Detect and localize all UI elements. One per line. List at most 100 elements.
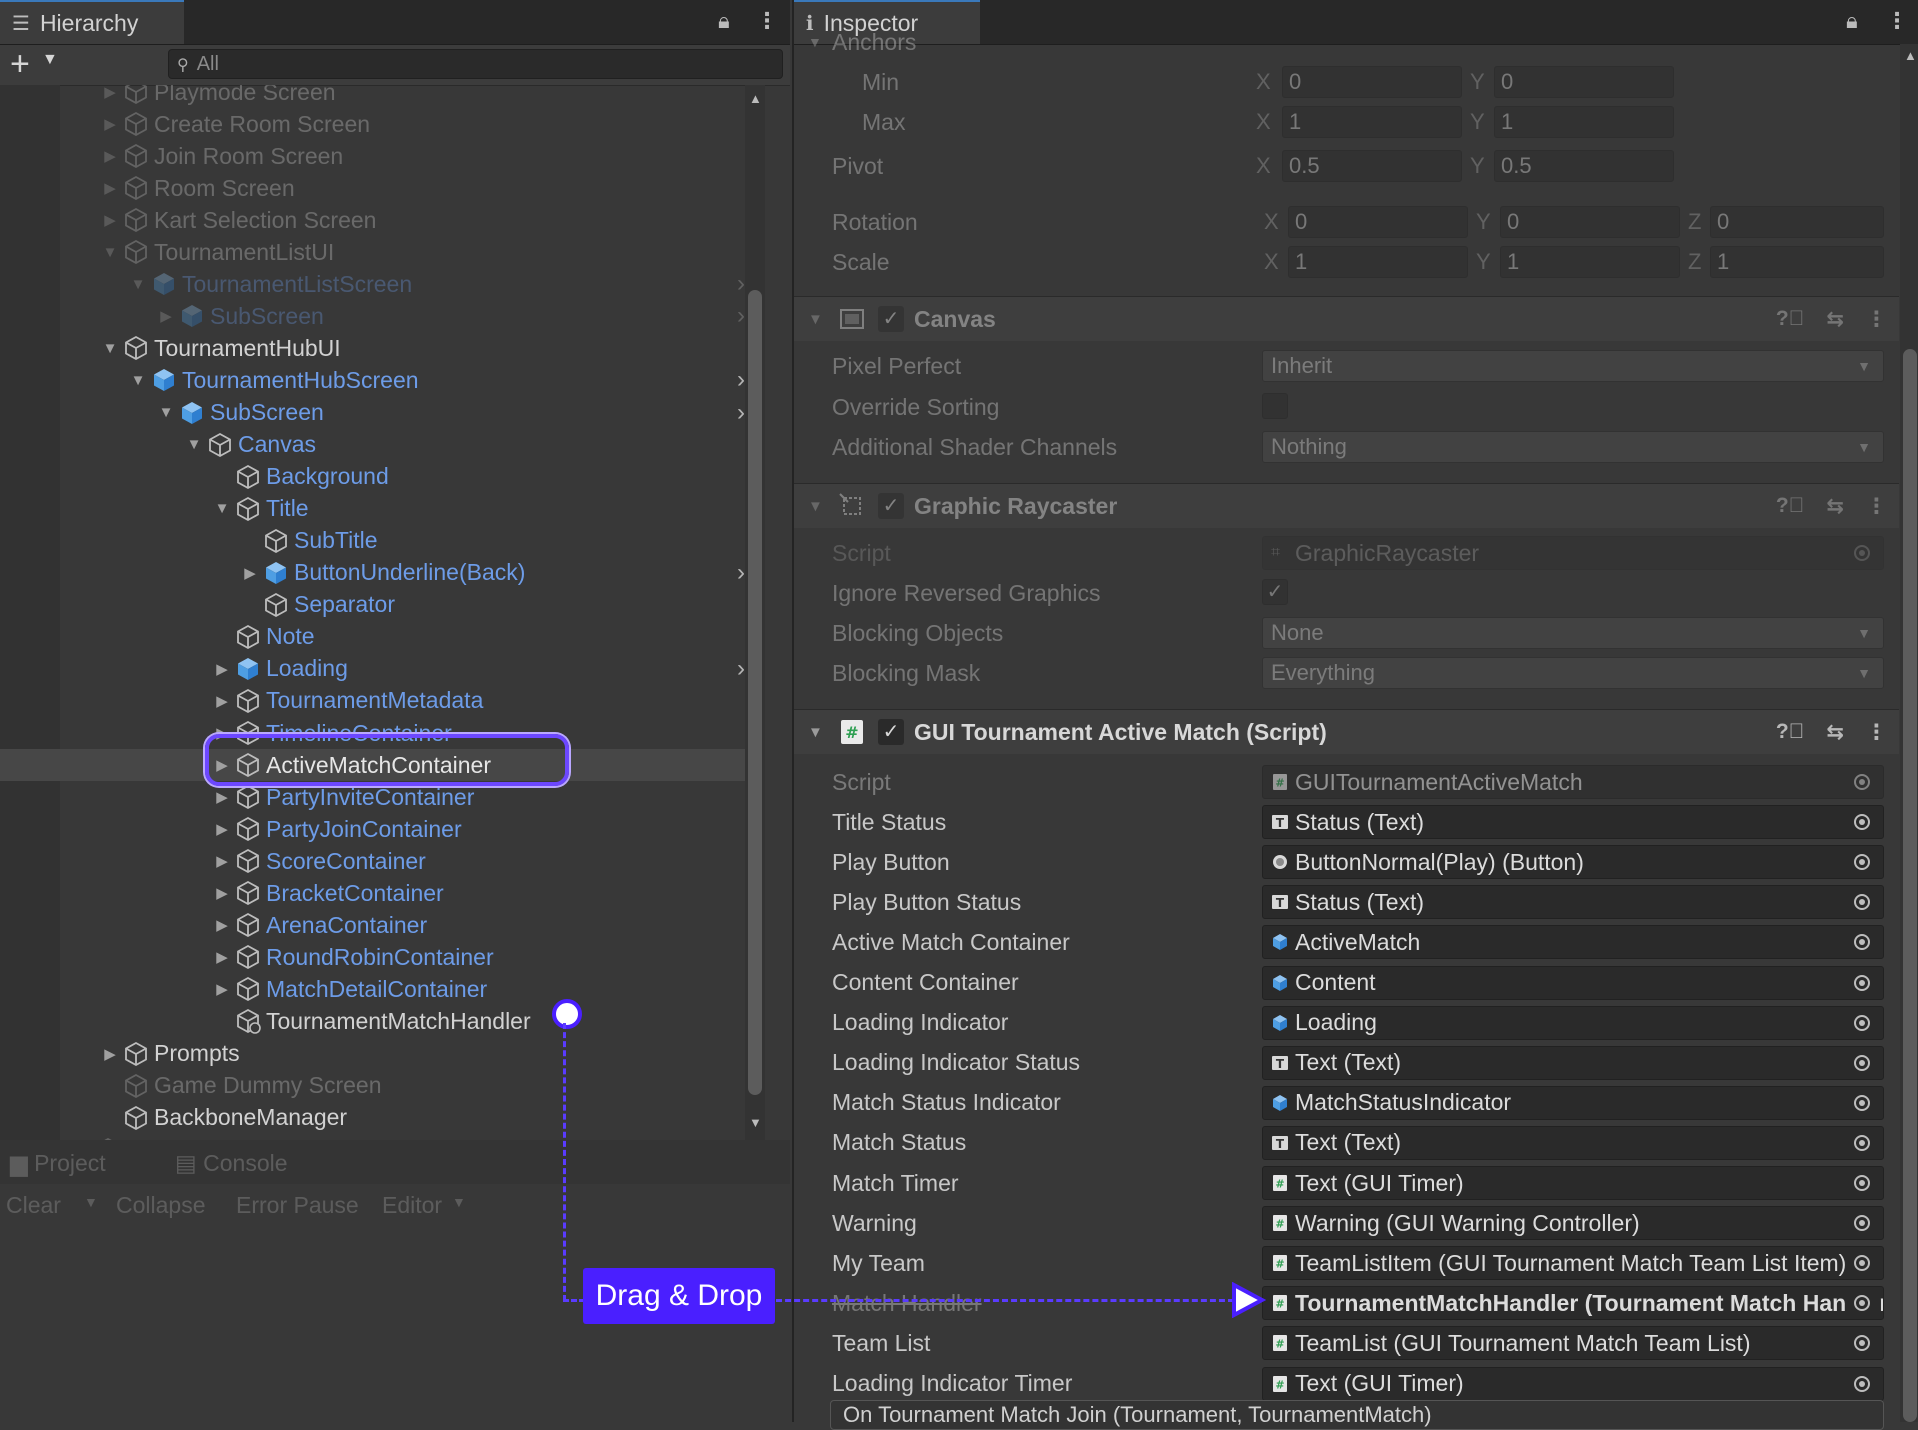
clear-button[interactable]: Clear <box>6 1192 61 1219</box>
expand-down-icon[interactable]: ▼ <box>184 436 204 453</box>
object-reference-field[interactable]: Content <box>1262 965 1884 1000</box>
hierarchy-item[interactable]: BackboneManager <box>0 1102 765 1134</box>
object-picker-icon[interactable] <box>1845 1086 1879 1119</box>
lock-icon[interactable]: 🔒︎ <box>718 8 730 34</box>
context-menu-icon[interactable]: ⋮ <box>1866 494 1887 519</box>
object-picker-icon[interactable] <box>1845 1126 1879 1159</box>
open-prefab-chevron-icon[interactable]: › <box>737 366 745 394</box>
shader-channels-dropdown[interactable]: Nothing ▼ <box>1262 431 1884 463</box>
inspector-scrollbar-thumb[interactable] <box>1903 349 1917 1422</box>
tab-hierarchy[interactable]: ☰ Hierarchy <box>0 0 184 44</box>
error-pause-button[interactable]: Error Pause <box>236 1192 359 1219</box>
hierarchy-item[interactable]: ▶ Kart Selection Screen <box>0 204 765 236</box>
object-reference-field[interactable]: # Text (GUI Timer) <box>1262 1366 1884 1401</box>
add-icon[interactable]: + <box>10 47 30 81</box>
hierarchy-item[interactable]: ▼ TournamentHubScreen › <box>0 364 765 396</box>
hierarchy-item[interactable]: ▶ ButtonUnderline(Back) › <box>0 557 765 589</box>
raycaster-fold-icon[interactable]: ▼ <box>808 498 823 515</box>
hierarchy-item[interactable]: ▶ RoundRobinContainer <box>0 941 765 973</box>
hierarchy-item[interactable]: ▶ ScoreContainer <box>0 845 765 877</box>
object-picker-icon[interactable] <box>1845 1247 1879 1280</box>
ignore-reversed-checkbox[interactable]: ✓ <box>1262 579 1288 605</box>
expand-down-icon[interactable]: ▼ <box>212 500 232 517</box>
object-reference-field[interactable]: T Text (Text) <box>1262 1045 1884 1080</box>
presets-icon[interactable]: ⇆ <box>1826 720 1844 745</box>
object-reference-field[interactable]: Loading <box>1262 1005 1884 1040</box>
object-picker-icon[interactable] <box>1845 806 1879 839</box>
object-picker-icon[interactable] <box>1845 1207 1879 1240</box>
expand-right-icon[interactable]: ▶ <box>212 788 232 806</box>
expand-right-icon[interactable]: ▶ <box>240 564 260 582</box>
hierarchy-item[interactable]: ▼ TournamentListUI <box>0 236 765 268</box>
canvas-component-header[interactable]: ▼ ✓ Canvas ?⃝ ⇆ ⋮ <box>794 296 1899 341</box>
hierarchy-item[interactable]: Background <box>0 461 765 493</box>
hierarchy-item[interactable]: ▶ Loading › <box>0 653 765 685</box>
open-prefab-chevron-icon[interactable]: › <box>737 399 745 427</box>
editor-dropdown-icon[interactable]: ▼ <box>452 1194 466 1210</box>
object-reference-field[interactable]: MatchStatusIndicator <box>1262 1085 1884 1120</box>
hierarchy-item[interactable]: ▼ Canvas <box>0 429 765 461</box>
object-reference-field[interactable]: # TournamentMatchHandler (Tournament Matc… <box>1262 1286 1884 1321</box>
object-picker-icon[interactable] <box>1845 966 1879 999</box>
inspector-scrollbar[interactable]: ▲ <box>1900 44 1918 1422</box>
max-y-field[interactable]: 1 <box>1494 106 1674 138</box>
active-match-enabled-checkbox[interactable]: ✓ <box>878 719 904 745</box>
hierarchy-item[interactable]: ▶ Join Room Screen <box>0 140 765 172</box>
presets-icon[interactable]: ⇆ <box>1826 494 1844 519</box>
object-picker-icon[interactable] <box>1845 1287 1879 1320</box>
scrollbar-thumb[interactable] <box>748 290 762 1095</box>
hierarchy-item[interactable]: ▶ Create Room Screen <box>0 108 765 140</box>
scroll-down-icon[interactable]: ▼ <box>749 1115 762 1130</box>
expand-right-icon[interactable]: ▶ <box>100 85 120 101</box>
scroll-up-icon[interactable]: ▲ <box>749 91 762 106</box>
expand-right-icon[interactable]: ▶ <box>100 115 120 133</box>
expand-down-icon[interactable]: ▼ <box>100 340 120 357</box>
raycaster-component-header[interactable]: ▼ ✓ Graphic Raycaster ?⃝ ⇆ ⋮ <box>794 483 1899 528</box>
help-icon[interactable]: ?⃝ <box>1776 720 1805 745</box>
open-prefab-chevron-icon[interactable]: › <box>737 302 745 330</box>
hierarchy-item[interactable]: ▼ Title <box>0 493 765 525</box>
open-prefab-chevron-icon[interactable]: › <box>737 655 745 683</box>
context-menu-icon[interactable]: ⋮ <box>1866 307 1887 332</box>
override-sorting-checkbox[interactable] <box>1262 393 1288 419</box>
hierarchy-item[interactable]: ▶ MatchDetailContainer <box>0 973 765 1005</box>
hierarchy-item[interactable]: ▼ SubScreen › <box>0 397 765 429</box>
hierarchy-item[interactable]: SubTitle <box>0 525 765 557</box>
hierarchy-item[interactable]: Game Dummy Screen <box>0 1070 765 1102</box>
hierarchy-scrollbar[interactable]: ▲ ▼ <box>745 85 765 1140</box>
inspector-scroll-up-icon[interactable]: ▲ <box>1904 48 1917 63</box>
expand-right-icon[interactable]: ▶ <box>212 692 232 710</box>
help-icon[interactable]: ?⃝ <box>1776 494 1805 519</box>
blocking-objects-dropdown[interactable]: None ▼ <box>1262 617 1884 649</box>
chevron-down-icon[interactable]: ▼ <box>42 51 58 69</box>
collapse-button[interactable]: Collapse <box>116 1192 206 1219</box>
object-reference-field[interactable]: # TeamListItem (GUI Tournament Match Team… <box>1262 1246 1884 1281</box>
object-reference-field[interactable]: T Status (Text) <box>1262 885 1884 920</box>
object-reference-field[interactable]: T Status (Text) <box>1262 805 1884 840</box>
expand-right-icon[interactable]: ▶ <box>212 980 232 998</box>
expand-down-icon[interactable]: ▼ <box>128 372 148 389</box>
rotation-x-field[interactable]: 0 <box>1288 206 1468 238</box>
pixel-perfect-dropdown[interactable]: Inherit ▼ <box>1262 350 1884 382</box>
expand-right-icon[interactable]: ▶ <box>212 948 232 966</box>
object-reference-field[interactable]: T Text (Text) <box>1262 1125 1884 1160</box>
more-options-icon[interactable]: ⋮ <box>756 8 778 34</box>
pivot-x-field[interactable]: 0.5 <box>1282 150 1462 182</box>
raycaster-enabled-checkbox[interactable]: ✓ <box>878 493 904 519</box>
canvas-fold-icon[interactable]: ▼ <box>808 311 823 328</box>
expand-down-icon[interactable]: ▼ <box>128 276 148 293</box>
object-reference-field[interactable]: # Text (GUI Timer) <box>1262 1166 1884 1200</box>
scale-y-field[interactable]: 1 <box>1500 246 1680 278</box>
expand-right-icon[interactable]: ▶ <box>212 884 232 902</box>
hierarchy-item[interactable]: ▶ SubScreen › <box>0 300 765 332</box>
expand-right-icon[interactable]: ▶ <box>212 852 232 870</box>
open-prefab-chevron-icon[interactable]: › <box>737 270 745 298</box>
expand-down-icon[interactable]: ▼ <box>100 244 120 261</box>
object-reference-field[interactable]: ActiveMatch <box>1262 925 1884 960</box>
anchors-row[interactable]: ▼ Anchors <box>794 28 1899 56</box>
expand-right-icon[interactable]: ▶ <box>212 660 232 678</box>
clear-dropdown-icon[interactable]: ▼ <box>84 1194 98 1210</box>
tab-project[interactable]: ▆ Project <box>10 1150 106 1177</box>
object-picker-icon[interactable] <box>1845 1367 1879 1400</box>
blocking-mask-dropdown[interactable]: Everything ▼ <box>1262 657 1884 689</box>
